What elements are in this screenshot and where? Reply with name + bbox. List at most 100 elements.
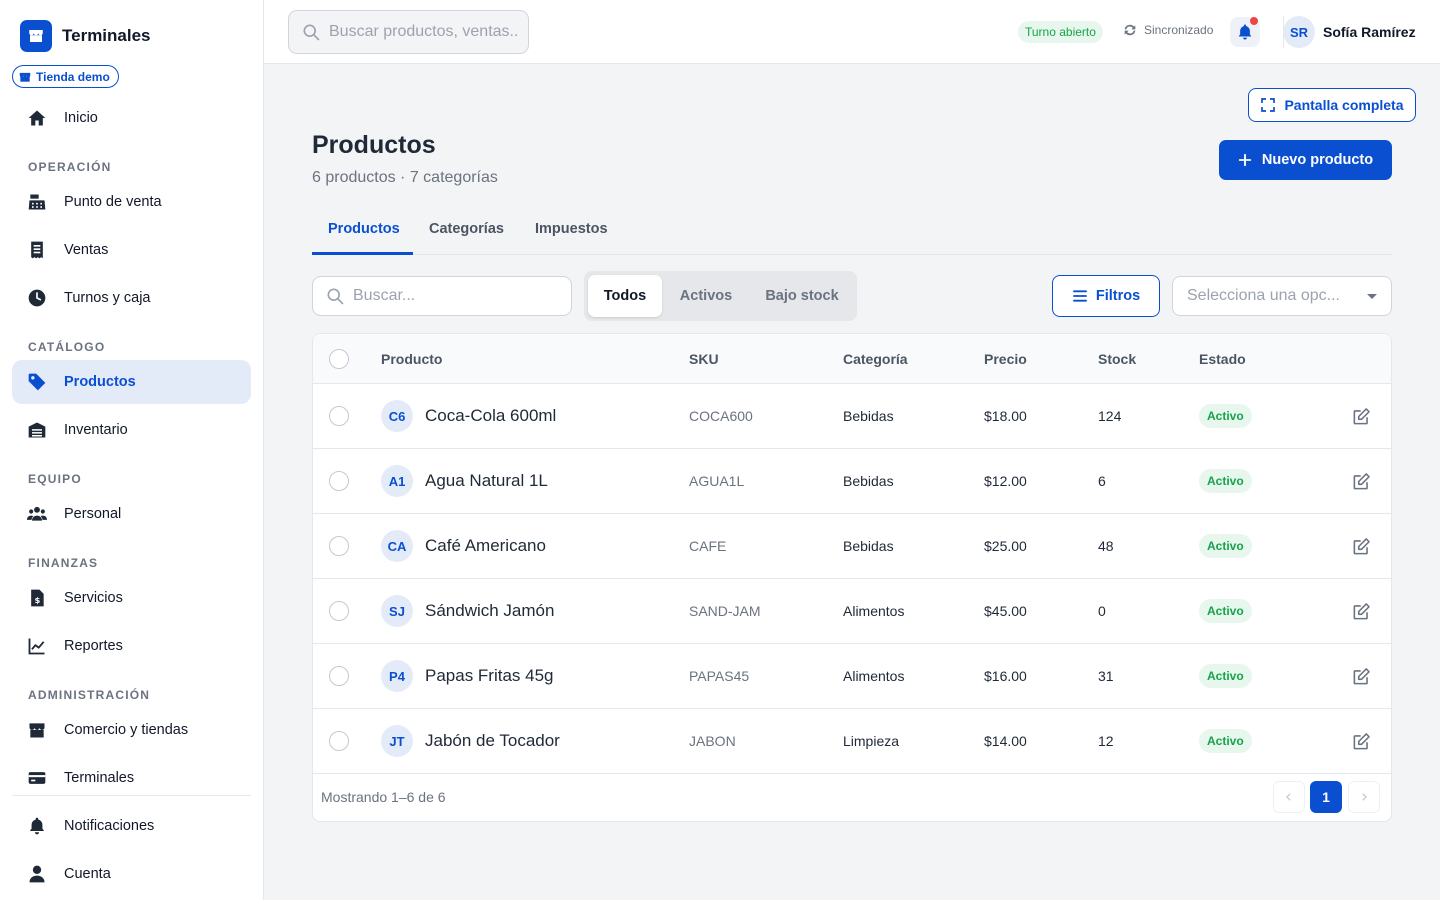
header-producto[interactable]: Producto	[381, 351, 442, 367]
header-precio[interactable]: Precio	[984, 351, 1027, 367]
search-icon	[303, 24, 320, 41]
next-page-button[interactable]	[1348, 781, 1380, 813]
edit-icon[interactable]	[1349, 599, 1373, 623]
store-selector[interactable]: Tienda demo	[12, 65, 119, 88]
global-search-input[interactable]	[329, 23, 519, 41]
row-checkbox[interactable]	[329, 536, 349, 556]
table-search-input[interactable]	[353, 287, 553, 305]
search-icon	[327, 288, 344, 305]
row-checkbox[interactable]	[329, 406, 349, 426]
sidebar-item-label: Turnos y caja	[64, 290, 151, 306]
product-name[interactable]: Jabón de Tocador	[425, 731, 560, 751]
product-name[interactable]: Papas Fritas 45g	[425, 666, 554, 686]
header-sku[interactable]: SKU	[689, 351, 719, 367]
table-row[interactable]: P4 Papas Fritas 45g PAPAS45 Alimentos $16.00…	[313, 644, 1391, 709]
sidebar-item-notificaciones[interactable]: Notificaciones	[12, 804, 251, 848]
sidebar-item-inicio[interactable]: Inicio	[12, 96, 251, 140]
product-name[interactable]: Agua Natural 1L	[425, 471, 548, 491]
store-logo-icon	[20, 20, 52, 52]
topbar: Turno abierto Sincronizado SR Sofía Ramí…	[264, 0, 1440, 64]
page-button-current[interactable]: 1	[1310, 781, 1342, 813]
edit-icon[interactable]	[1349, 729, 1373, 753]
sidebar-item-label: Notificaciones	[64, 818, 155, 834]
product-initials-avatar: CA	[381, 530, 413, 562]
warehouse-icon	[26, 419, 48, 441]
edit-icon[interactable]	[1349, 469, 1373, 493]
invoice-dollar-icon: $	[26, 587, 48, 609]
user-name[interactable]: Sofía Ramírez	[1323, 24, 1416, 40]
sidebar-item-turnos-y-caja[interactable]: Turnos y caja	[12, 276, 251, 320]
global-search[interactable]	[288, 10, 529, 54]
product-category: Alimentos	[843, 668, 905, 684]
sidebar-item-cuenta[interactable]: Cuenta	[12, 852, 251, 896]
sidebar-item-inventario[interactable]: Inventario	[12, 408, 251, 452]
product-initials-avatar: P4	[381, 660, 413, 692]
sidebar-item-punto-de-venta[interactable]: Punto de venta	[12, 180, 251, 224]
tab-categorias[interactable]: Categorías	[429, 221, 504, 237]
option-select[interactable]: Selecciona una opc...	[1172, 276, 1392, 316]
edit-icon[interactable]	[1349, 404, 1373, 428]
product-stock: 0	[1098, 603, 1106, 619]
select-placeholder: Selecciona una opc...	[1187, 287, 1340, 304]
row-checkbox[interactable]	[329, 601, 349, 621]
segment-activos[interactable]: Activos	[668, 275, 744, 317]
table-search[interactable]	[312, 276, 572, 316]
product-sku: AGUA1L	[689, 473, 745, 489]
select-all-checkbox[interactable]	[329, 349, 349, 369]
header-stock[interactable]: Stock	[1098, 351, 1136, 367]
header-categoria[interactable]: Categoría	[843, 351, 908, 367]
line-chart-icon	[26, 635, 48, 657]
new-product-button[interactable]: Nuevo producto	[1219, 140, 1392, 180]
status-badge: Activo	[1199, 534, 1252, 558]
fullscreen-label: Pantalla completa	[1284, 97, 1404, 113]
edit-icon[interactable]	[1349, 534, 1373, 558]
product-name[interactable]: Café Americano	[425, 536, 546, 556]
row-checkbox[interactable]	[329, 666, 349, 686]
product-price: $16.00	[984, 668, 1027, 684]
sidebar-item-productos[interactable]: Productos	[12, 360, 251, 404]
table-row[interactable]: JT Jabón de Tocador JABON Limpieza $14.00 12 A…	[313, 709, 1391, 774]
table-row[interactable]: CA Café Americano CAFE Bebidas $25.00 48 Activ…	[313, 514, 1391, 579]
fullscreen-button[interactable]: Pantalla completa	[1248, 88, 1416, 122]
product-price: $12.00	[984, 473, 1027, 489]
table-row[interactable]: C6 Coca-Cola 600ml COCA600 Bebidas $18.00 124…	[313, 384, 1391, 449]
pagination-summary: Mostrando 1–6 de 6	[321, 789, 446, 805]
row-checkbox[interactable]	[329, 731, 349, 751]
sidebar-item-personal[interactable]: Personal	[12, 492, 251, 536]
notifications-button[interactable]	[1230, 17, 1260, 47]
products-table: Producto SKU Categoría Precio Stock Esta…	[312, 333, 1392, 822]
product-category: Alimentos	[843, 603, 905, 619]
brand[interactable]: Terminales	[20, 20, 151, 52]
sidebar-item-label: Terminales	[64, 770, 135, 786]
sync-icon	[1124, 24, 1136, 36]
row-checkbox[interactable]	[329, 471, 349, 491]
product-initials-avatar: JT	[381, 725, 413, 757]
active-tab-indicator	[312, 252, 413, 255]
product-price: $14.00	[984, 733, 1027, 749]
sidebar-item-comercio-y-tiendas[interactable]: Comercio y tiendas	[12, 708, 251, 752]
product-sku: SAND-JAM	[689, 603, 761, 619]
product-name[interactable]: Coca-Cola 600ml	[425, 406, 556, 426]
header-estado[interactable]: Estado	[1199, 351, 1246, 367]
prev-page-button[interactable]	[1273, 781, 1305, 813]
segment-todos[interactable]: Todos	[588, 275, 662, 317]
sidebar-item-reportes[interactable]: Reportes	[12, 624, 251, 668]
credit-card-icon	[26, 767, 48, 789]
tab-impuestos[interactable]: Impuestos	[535, 221, 608, 237]
table-row[interactable]: SJ Sándwich Jamón SAND-JAM Alimentos $45.00 0…	[313, 579, 1391, 644]
sidebar-item-servicios[interactable]: $ Servicios	[12, 576, 251, 620]
segment-bajo-stock[interactable]: Bajo stock	[752, 275, 852, 317]
filters-button[interactable]: Filtros	[1052, 275, 1160, 317]
product-sku: JABON	[689, 733, 736, 749]
sync-status[interactable]: Sincronizado	[1122, 22, 1213, 38]
sidebar: Terminales Tienda demo Inicio OPERACIÓN …	[0, 0, 264, 900]
user-avatar[interactable]: SR	[1283, 16, 1315, 48]
product-name[interactable]: Sándwich Jamón	[425, 601, 554, 621]
sidebar-item-ventas[interactable]: Ventas	[12, 228, 251, 272]
table-row[interactable]: A1 Agua Natural 1L AGUA1L Bebidas $12.00 6 Act…	[313, 449, 1391, 514]
product-initials-avatar: A1	[381, 465, 413, 497]
status-badge: Activo	[1199, 469, 1252, 493]
sidebar-item-terminales[interactable]: Terminales	[12, 756, 251, 800]
edit-icon[interactable]	[1349, 664, 1373, 688]
tab-productos[interactable]: Productos	[328, 221, 400, 237]
